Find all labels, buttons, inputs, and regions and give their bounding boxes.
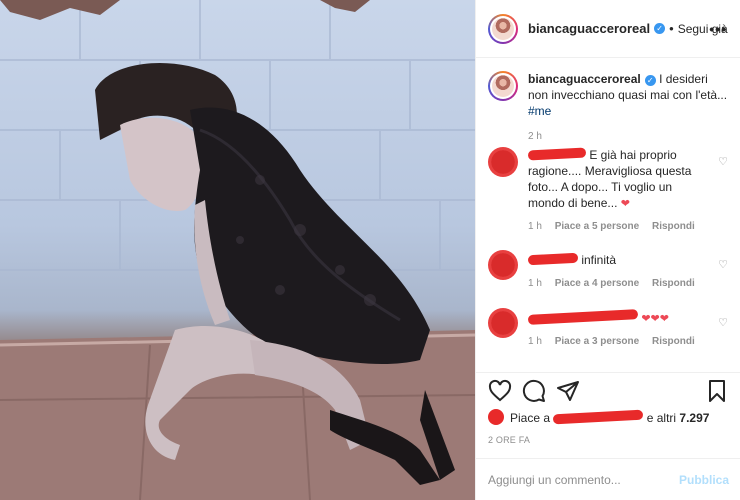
comment-item: infinità 1 h Piace a 4 persone Rispondi …	[488, 250, 728, 289]
comments-list[interactable]: biancaguacceroreal ✓ I desideri non invec…	[476, 59, 740, 372]
commenter-avatar[interactable]	[488, 250, 518, 280]
reply-button[interactable]: Rispondi	[652, 278, 695, 289]
comment-item: E già hai proprio ragione.... Meraviglio…	[488, 147, 728, 232]
heart-outline-icon[interactable]: ♡	[718, 258, 728, 271]
photo-illustration	[0, 0, 475, 500]
comment-icon[interactable]	[522, 379, 546, 403]
commenter-avatar[interactable]	[488, 147, 518, 177]
heart-icon[interactable]	[488, 379, 512, 403]
comment-time: 1 h	[528, 278, 542, 289]
caption-avatar[interactable]	[488, 71, 518, 101]
heart-emoji: ❤	[620, 198, 630, 210]
heart-emoji: ❤❤❤	[641, 313, 669, 325]
more-options-icon[interactable]: •••	[709, 21, 727, 37]
author-username[interactable]: biancaguacceroreal	[528, 21, 650, 36]
hashtag-link[interactable]: #me	[528, 104, 551, 118]
verified-badge-icon: ✓	[644, 75, 656, 86]
redacted-username	[527, 147, 587, 161]
liker-avatar	[488, 409, 504, 425]
verified-badge-icon: ✓	[654, 23, 666, 34]
post-header: biancaguacceroreal ✓ • Segui già •••	[476, 0, 740, 58]
comment-body: infinità	[581, 253, 617, 267]
bookmark-icon[interactable]	[705, 379, 729, 403]
comment-likes[interactable]: Piace a 4 persone	[555, 278, 640, 289]
reply-button[interactable]: Rispondi	[652, 221, 695, 232]
post-caption: biancaguacceroreal ✓ I desideri non invec…	[488, 71, 728, 142]
reply-button[interactable]: Rispondi	[652, 336, 695, 347]
redacted-username	[527, 309, 639, 325]
likes-summary[interactable]: Piace a e altri 7.297	[488, 409, 709, 425]
redacted-username	[553, 409, 644, 425]
comment-likes[interactable]: Piace a 3 persone	[555, 336, 640, 347]
publish-button[interactable]: Pubblica	[679, 473, 729, 487]
likes-count[interactable]: 7.297	[679, 411, 709, 425]
caption-text: biancaguacceroreal ✓ I desideri non invec…	[528, 71, 728, 119]
comment-input[interactable]: Aggiungi un commento...	[488, 473, 679, 487]
comment-likes[interactable]: Piace a 5 persone	[555, 221, 640, 232]
add-comment-bar: Aggiungi un commento... Pubblica	[476, 458, 740, 500]
post-sidebar: biancaguacceroreal ✓ • Segui già ••• bia…	[475, 0, 740, 500]
caption-time: 2 h	[528, 131, 542, 142]
comment-meta: 1 h Piace a 5 persone Rispondi	[528, 221, 705, 232]
author-avatar[interactable]	[488, 13, 518, 44]
caption-username[interactable]: biancaguacceroreal	[528, 72, 641, 86]
comment-meta: 1 h Piace a 4 persone Rispondi	[528, 278, 705, 289]
comment-text: ❤❤❤	[527, 308, 698, 327]
post-timestamp: 2 ORE FA	[488, 435, 531, 445]
likes-prefix: Piace a	[510, 411, 551, 425]
separator-dot: •	[669, 21, 674, 36]
comment-time: 1 h	[528, 336, 542, 347]
redacted-username	[527, 252, 579, 266]
commenter-avatar[interactable]	[488, 308, 518, 338]
comment-text: infinità	[527, 250, 698, 268]
comment-text: E già hai proprio ragione.... Meraviglio…	[527, 147, 698, 212]
comment-meta: 1 h Piace a 3 persone Rispondi	[528, 336, 705, 347]
comment-item: ❤❤❤ 1 h Piace a 3 persone Rispondi ♡	[488, 308, 728, 347]
heart-outline-icon[interactable]: ♡	[718, 316, 728, 329]
heart-outline-icon[interactable]: ♡	[718, 155, 728, 168]
comment-time: 1 h	[528, 221, 542, 232]
share-icon[interactable]	[556, 379, 580, 403]
likes-middle: e altri	[646, 411, 677, 425]
post-actions: Piace a e altri 7.297 2 ORE FA	[476, 372, 740, 458]
post-photo[interactable]	[0, 0, 475, 500]
